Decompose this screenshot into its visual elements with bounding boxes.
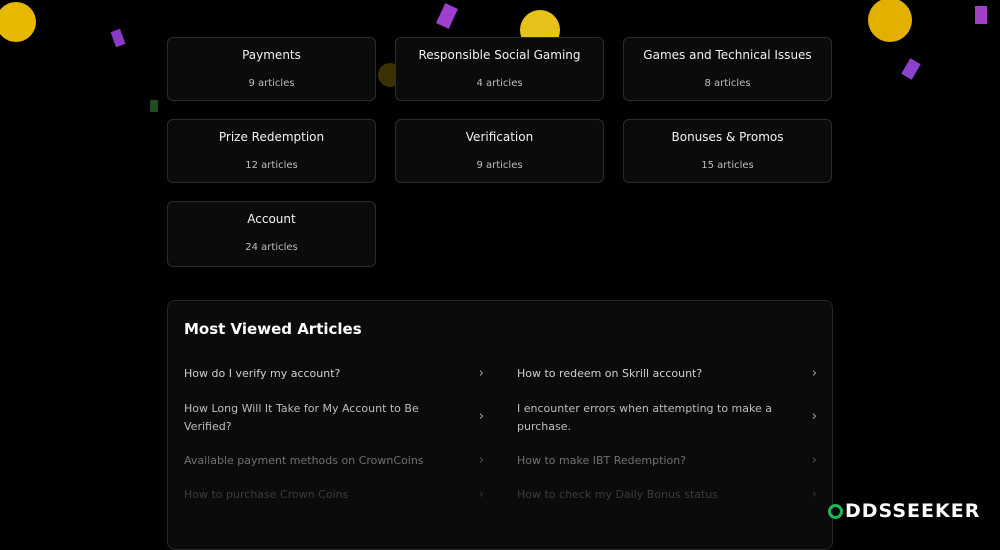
article-title: How to make IBT Redemption? xyxy=(517,454,687,467)
category-title: Payments xyxy=(242,48,301,62)
article-link[interactable]: How Long Will It Take for My Account to … xyxy=(184,400,484,436)
category-title: Responsible Social Gaming xyxy=(418,48,581,62)
chevron-right-icon: › xyxy=(478,487,484,502)
chevron-right-icon: › xyxy=(811,409,817,424)
article-link[interactable]: How to make IBT Redemption? › xyxy=(517,452,817,470)
article-link[interactable]: I encounter errors when attempting to ma… xyxy=(517,400,817,436)
category-count: 15 articles xyxy=(701,160,754,171)
category-card-bonuses-promos[interactable]: Bonuses & Promos 15 articles xyxy=(623,119,832,183)
confetti-icon xyxy=(150,100,158,112)
chevron-right-icon: › xyxy=(478,409,484,424)
article-title: How to check my Daily Bonus status xyxy=(517,488,719,501)
logo-o-icon xyxy=(828,503,843,519)
chevron-right-icon: › xyxy=(811,487,817,502)
oddsseeker-watermark: DDSSEEKER xyxy=(828,500,980,522)
article-title: How do I verify my account? xyxy=(184,367,341,380)
category-title: Prize Redemption xyxy=(218,130,325,144)
category-count: 8 articles xyxy=(704,78,751,89)
category-title: Verification xyxy=(465,130,534,144)
article-title: How to redeem on Skrill account? xyxy=(517,367,703,380)
confetti-icon xyxy=(436,3,458,29)
category-card-responsible-gaming[interactable]: Responsible Social Gaming 4 articles xyxy=(395,37,604,101)
article-title: How to purchase Crown Coins xyxy=(184,488,349,501)
article-title: How Long Will It Take for My Account to … xyxy=(184,402,419,433)
article-link[interactable]: How to check my Daily Bonus status › xyxy=(517,486,817,504)
coin-icon xyxy=(0,2,36,42)
coin-icon xyxy=(868,0,912,42)
watermark-text: DDSSEEKER xyxy=(845,500,981,522)
category-card-payments[interactable]: Payments 9 articles xyxy=(167,37,376,101)
confetti-icon xyxy=(901,58,921,80)
article-title: I encounter errors when attempting to ma… xyxy=(517,402,772,433)
category-card-account[interactable]: Account 24 articles xyxy=(167,201,376,267)
category-card-games-technical[interactable]: Games and Technical Issues 8 articles xyxy=(623,37,832,101)
category-card-verification[interactable]: Verification 9 articles xyxy=(395,119,604,183)
article-link[interactable]: How to redeem on Skrill account? › xyxy=(517,365,817,383)
article-link[interactable]: How do I verify my account? › xyxy=(184,365,484,383)
article-title: Available payment methods on CrownCoins xyxy=(184,454,424,467)
category-title: Bonuses & Promos xyxy=(671,130,784,144)
article-link[interactable]: How to purchase Crown Coins › xyxy=(184,486,484,504)
confetti-icon xyxy=(110,28,126,48)
category-count: 24 articles xyxy=(245,242,298,253)
chevron-right-icon: › xyxy=(811,453,817,468)
category-card-prize-redemption[interactable]: Prize Redemption 12 articles xyxy=(167,119,376,183)
chevron-right-icon: › xyxy=(478,453,484,468)
chevron-right-icon: › xyxy=(811,366,817,381)
chevron-right-icon: › xyxy=(478,366,484,381)
most-viewed-panel: Most Viewed Articles How do I verify my … xyxy=(167,300,833,550)
confetti-icon xyxy=(975,6,987,24)
article-link[interactable]: Available payment methods on CrownCoins … xyxy=(184,452,484,470)
category-count: 9 articles xyxy=(476,160,523,171)
most-viewed-heading: Most Viewed Articles xyxy=(184,320,362,338)
category-title: Games and Technical Issues xyxy=(643,48,812,62)
category-count: 12 articles xyxy=(245,160,298,171)
category-count: 4 articles xyxy=(476,78,523,89)
category-count: 9 articles xyxy=(248,78,295,89)
category-title: Account xyxy=(247,212,296,226)
